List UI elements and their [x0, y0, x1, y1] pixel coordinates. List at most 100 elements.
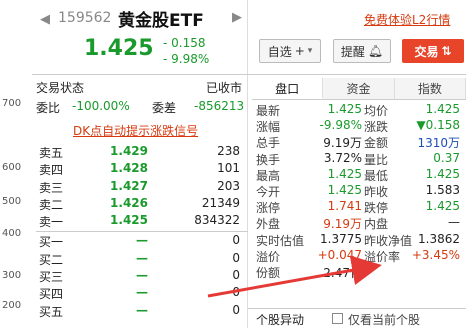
quote-l1: 最高 [256, 168, 281, 183]
tab-pankou[interactable]: 盘口 [252, 78, 324, 99]
ask-row[interactable]: 卖一 1.425 834322 [36, 213, 248, 230]
level-price: 1.429 [110, 144, 148, 158]
weibi-value: -100.00% [72, 99, 130, 113]
quote-v2: 1.425 [425, 166, 460, 181]
chart-y-axis: 700 600 500 400 300 200 [0, 0, 32, 328]
quote-v1: 1.741 [327, 199, 362, 214]
quote-l1: 份额 [256, 265, 281, 280]
level-price: 1.428 [110, 161, 148, 176]
quote-v2: 1.583 [425, 182, 460, 197]
quote-l2: 最低 [364, 168, 389, 183]
quote-l2: 内盘 [364, 217, 389, 232]
level-volume: 0 [232, 285, 240, 300]
level-price: 1.425 [110, 213, 148, 228]
stock-code: 159562 [58, 10, 112, 26]
quote-row: 涨幅 -9.98% 涨跌 ▼0.158 [254, 118, 466, 134]
chevron-left-icon[interactable]: ◀ [40, 12, 50, 27]
quote-row: 最新 1.425 均价 1.425 [254, 102, 466, 118]
tab-zijin[interactable]: 资金 [323, 78, 395, 99]
quote-l1: 涨停 [256, 201, 281, 216]
bid-row[interactable]: 买四 — 0 [36, 285, 248, 302]
quote-l1: 今开 [256, 184, 281, 199]
add-favorite-button[interactable]: 自选 + ▾ [259, 39, 321, 63]
quote-v2: ▼0.158 [416, 118, 460, 133]
level-volume: 21349 [201, 195, 240, 210]
level-volume: 101 [217, 161, 240, 176]
alert-button[interactable]: 提醒 🔔︎ [333, 39, 391, 63]
only-current-label: 仅看当前个股 [348, 313, 421, 327]
ask-row[interactable]: 卖五 1.429 238 [36, 144, 248, 161]
y-axis-label: 200 [2, 300, 22, 311]
y-axis-label: 700 [2, 98, 22, 109]
quote-v2: 1.425 [425, 199, 460, 214]
quote-v1: 1.425 [327, 102, 362, 116]
level-label: 卖三 [39, 180, 64, 195]
quote-l2: 均价 [364, 104, 389, 118]
chevron-right-icon[interactable]: ▶ [232, 10, 242, 25]
bid-row[interactable]: 买三 — 0 [36, 268, 248, 285]
quote-row: 总手 9.19万 金额 1310万 [254, 134, 466, 150]
quote-l1: 换手 [256, 152, 281, 167]
quote-v2: 0.37 [433, 150, 460, 165]
y-axis-label: 400 [2, 228, 22, 239]
quote-v1: 9.19万 [323, 136, 362, 151]
chevron-down-icon: ▾ [307, 46, 313, 56]
quote-l2: 量比 [364, 152, 389, 167]
price-change-pct: - 9.98% [163, 52, 210, 66]
bid-row[interactable]: 买一 — 0 [36, 233, 248, 250]
level-label: 买三 [39, 270, 64, 285]
quote-row: 涨停 1.741 跌停 1.425 [254, 199, 466, 215]
level-price: — [136, 302, 148, 317]
level-volume: 834322 [194, 213, 240, 228]
quote-l2: 涨跌 [364, 120, 389, 135]
quote-v1: 1.3775 [320, 231, 362, 246]
ask-row[interactable]: 卖二 1.426 21349 [36, 196, 248, 213]
only-current-checkbox[interactable] [332, 313, 343, 324]
quote-row: 外盘 9.19万 内盘 — [254, 215, 466, 231]
quote-tabs: 盘口 资金 指数 [252, 78, 466, 100]
header-divider [32, 74, 466, 75]
level-volume: 0 [232, 268, 240, 283]
ask-row[interactable]: 卖四 1.428 101 [36, 161, 248, 178]
level-label: 卖四 [39, 163, 64, 178]
favorite-label: 自选 [267, 44, 292, 59]
order-book: 卖五 1.429 238 卖四 1.428 101 卖三 1.427 203 卖二 1.426 213… [36, 144, 248, 320]
quote-v1: -9.98% [319, 118, 362, 133]
quote-l2: 跌停 [364, 201, 389, 216]
stock-anomaly-label: 个股异动 [256, 313, 305, 327]
quote-row: 最高 1.425 最低 1.425 [254, 167, 466, 183]
level-price: 1.427 [110, 178, 148, 193]
tab-zhishu[interactable]: 指数 [394, 78, 466, 99]
level-price: 1.426 [110, 195, 148, 210]
book-divider [36, 231, 248, 233]
quote-v1: 2.47亿 [323, 265, 362, 280]
quote-l1: 涨幅 [256, 120, 281, 135]
swap-arrows-icon: ⇅ [441, 44, 452, 58]
quote-l1: 溢价 [256, 249, 281, 264]
quote-table: 最新 1.425 均价 1.425 涨幅 -9.98% 涨跌 ▼0.158 总手 9.19万 金额 1… [254, 102, 466, 280]
level-label: 卖二 [39, 197, 64, 212]
level-label: 卖五 [39, 146, 64, 160]
weicha-value: -856213 [194, 99, 245, 113]
trade-button[interactable]: 交易 ⇅ [402, 39, 464, 63]
dk-signal-link[interactable]: DK点自动提示涨跌信号 [73, 122, 198, 139]
level-label: 买五 [39, 304, 64, 319]
bid-row[interactable]: 买二 — 0 [36, 251, 248, 268]
y-axis-label: 600 [2, 162, 22, 173]
bid-row[interactable]: 买五 — 0 [36, 303, 248, 320]
quote-row: 今开 1.425 昨收 1.583 [254, 183, 466, 199]
free-l2-trial-link[interactable]: 免费体验L2行情 [364, 11, 450, 28]
level-volume: 203 [217, 178, 240, 193]
quote-v1: 1.425 [327, 166, 362, 181]
quote-l1: 总手 [256, 136, 281, 151]
level-price: — [136, 285, 148, 300]
ask-row[interactable]: 卖三 1.427 203 [36, 179, 248, 196]
quote-l1: 外盘 [256, 217, 281, 232]
quote-row: 份额 2.47亿 [254, 264, 466, 280]
weicha-label: 委差 [152, 101, 177, 115]
level-price: — [136, 250, 148, 265]
quote-v1: 9.19万 [323, 217, 362, 232]
trade-status-label: 交易状态 [36, 81, 85, 95]
level-label: 买二 [39, 252, 64, 267]
quote-l1: 最新 [256, 104, 281, 118]
